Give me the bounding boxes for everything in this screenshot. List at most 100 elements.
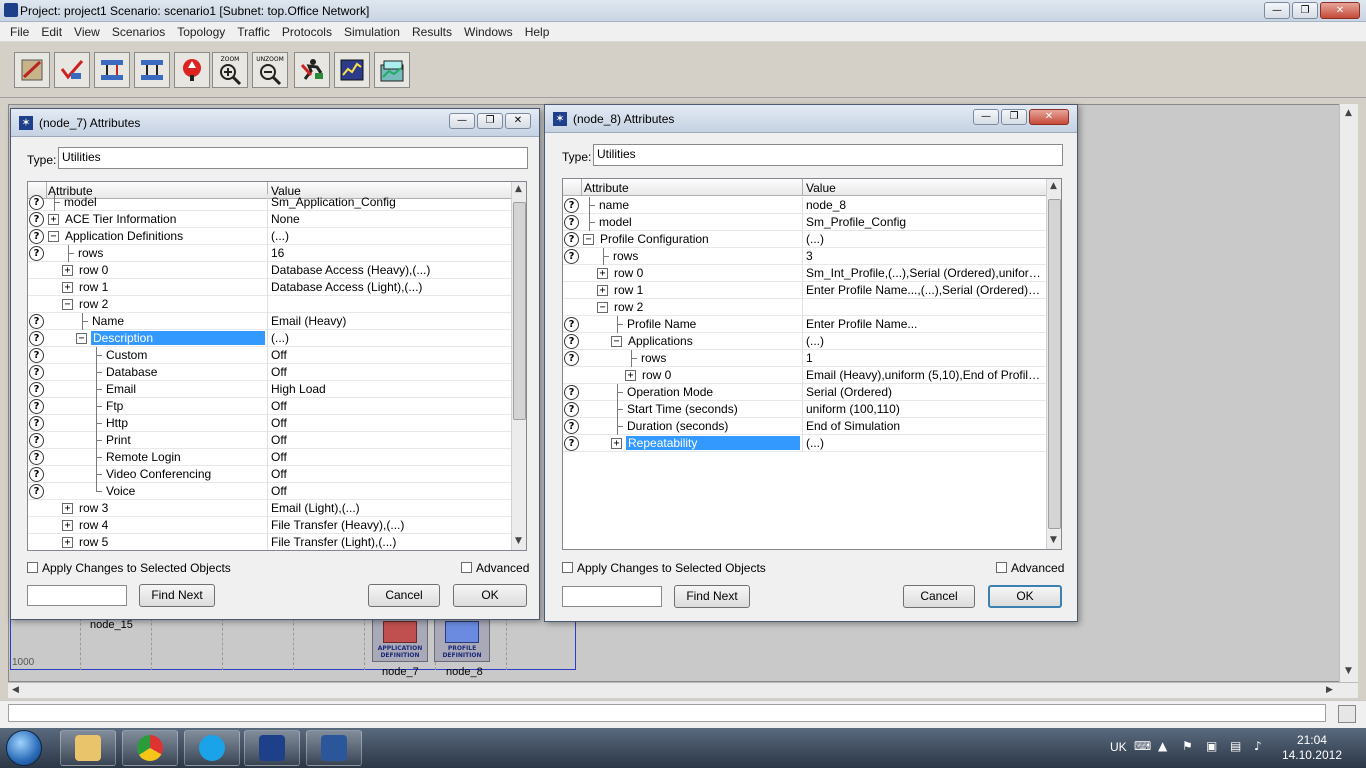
- help-question-icon[interactable]: ?: [29, 314, 44, 329]
- collapse-minus-icon[interactable]: −: [611, 336, 622, 347]
- profile-definition-node[interactable]: PROFILE DEFINITION: [434, 616, 490, 662]
- taskbar-word[interactable]: [306, 730, 362, 766]
- menu-help[interactable]: Help: [519, 25, 556, 39]
- scrollbar-thumb[interactable]: [1048, 199, 1061, 529]
- apply-changes-checkbox[interactable]: Apply Changes to Selected Objects: [27, 561, 231, 575]
- help-question-icon[interactable]: ?: [29, 195, 44, 210]
- attribute-value[interactable]: node_8: [806, 198, 1042, 212]
- collapse-minus-icon[interactable]: −: [48, 231, 59, 242]
- table-row[interactable]: ? Operation Mode Serial (Ordered): [563, 384, 1046, 401]
- attribute-value[interactable]: Email (Heavy): [271, 314, 507, 328]
- help-question-icon[interactable]: ?: [29, 348, 44, 363]
- menu-topology[interactable]: Topology: [171, 25, 231, 39]
- taskbar-skype[interactable]: [184, 730, 240, 766]
- table-row[interactable]: ? Remote Login Off: [28, 449, 511, 466]
- help-question-icon[interactable]: ?: [29, 450, 44, 465]
- table-row[interactable]: ? − Profile Configuration (...): [563, 231, 1046, 248]
- help-question-icon[interactable]: ?: [564, 351, 579, 366]
- configure-discrete-event-simulation-button[interactable]: [294, 52, 330, 88]
- application-definition-node[interactable]: APPLICATION DEFINITION: [372, 616, 428, 662]
- scroll-up-arrow-icon[interactable]: ▲: [515, 184, 522, 194]
- go-to-parent-subnet-button[interactable]: [174, 52, 210, 88]
- help-question-icon[interactable]: ?: [564, 419, 579, 434]
- dialog-close-button[interactable]: ✕: [505, 113, 531, 129]
- help-question-icon[interactable]: ?: [564, 402, 579, 417]
- attribute-value[interactable]: Off: [271, 365, 507, 379]
- attribute-table[interactable]: Attribute Value ? model Sm_Application_Con…: [27, 181, 527, 551]
- system-clock[interactable]: 21:04 14.10.2012: [1282, 733, 1342, 763]
- table-row[interactable]: ? − Application Definitions (...): [28, 228, 511, 245]
- menu-results[interactable]: Results: [406, 25, 458, 39]
- column-header-attribute[interactable]: Attribute: [584, 181, 629, 195]
- attribute-value[interactable]: Enter Profile Name...,(...),Serial (Orde…: [806, 283, 1042, 297]
- network-icon[interactable]: ▤: [1230, 739, 1241, 753]
- table-vertical-scrollbar[interactable]: ▲ ▼: [1046, 179, 1061, 549]
- minimize-button[interactable]: —: [1264, 2, 1290, 19]
- help-question-icon[interactable]: ?: [29, 467, 44, 482]
- scroll-down-arrow-icon[interactable]: ▼: [515, 536, 522, 546]
- table-row[interactable]: ? Print Off: [28, 432, 511, 449]
- help-question-icon[interactable]: ?: [29, 484, 44, 499]
- help-question-icon[interactable]: ?: [564, 198, 579, 213]
- help-question-icon[interactable]: ?: [29, 229, 44, 244]
- message-log-icon[interactable]: [1338, 705, 1356, 723]
- table-row[interactable]: ? model Sm_Profile_Config: [563, 214, 1046, 231]
- column-header-value[interactable]: Value: [806, 181, 836, 195]
- keyboard-icon[interactable]: ⌨: [1134, 739, 1151, 753]
- attribute-value[interactable]: Off: [271, 467, 507, 481]
- help-question-icon[interactable]: ?: [564, 436, 579, 451]
- attribute-value[interactable]: 1: [806, 351, 1042, 365]
- attribute-value[interactable]: Database Access (Heavy),(...): [271, 263, 507, 277]
- attribute-value[interactable]: Email (Heavy),uniform (5,10),End of Prof…: [806, 368, 1042, 382]
- expand-plus-icon[interactable]: +: [597, 268, 608, 279]
- taskbar-explorer[interactable]: [60, 730, 116, 766]
- cancel-button[interactable]: Cancel: [903, 585, 975, 608]
- dialog-maximize-button[interactable]: ❐: [1001, 109, 1027, 125]
- workspace-horizontal-scrollbar[interactable]: ◀ ▶: [8, 682, 1358, 698]
- expand-plus-icon[interactable]: +: [62, 265, 73, 276]
- table-row[interactable]: ? rows 1: [563, 350, 1046, 367]
- dialog-title-bar[interactable]: ✶ (node_7) Attributes — ❐ ✕: [11, 109, 539, 137]
- help-question-icon[interactable]: ?: [564, 249, 579, 264]
- help-question-icon[interactable]: ?: [29, 246, 44, 261]
- table-row[interactable]: + row 0 Database Access (Heavy),(...): [28, 262, 511, 279]
- recover-link-button[interactable]: [134, 52, 170, 88]
- scroll-down-arrow-icon[interactable]: ▼: [1050, 535, 1057, 545]
- table-row[interactable]: + row 1 Database Access (Light),(...): [28, 279, 511, 296]
- help-question-icon[interactable]: ?: [29, 399, 44, 414]
- taskbar-opnet[interactable]: [244, 730, 300, 766]
- find-next-button[interactable]: Find Next: [674, 585, 750, 608]
- attribute-value[interactable]: Enter Profile Name...: [806, 317, 1042, 331]
- dialog-maximize-button[interactable]: ❐: [477, 113, 503, 129]
- workspace-vertical-scrollbar[interactable]: ▲ ▼: [1339, 104, 1358, 682]
- attribute-value[interactable]: Off: [271, 416, 507, 430]
- advanced-checkbox[interactable]: Advanced: [996, 561, 1064, 575]
- attribute-value[interactable]: Off: [271, 399, 507, 413]
- help-question-icon[interactable]: ?: [564, 232, 579, 247]
- collapse-minus-icon[interactable]: −: [597, 302, 608, 313]
- scroll-left-arrow-icon[interactable]: ◀: [12, 685, 19, 695]
- table-row[interactable]: ? Start Time (seconds) uniform (100,110): [563, 401, 1046, 418]
- help-question-icon[interactable]: ?: [29, 433, 44, 448]
- menu-simulation[interactable]: Simulation: [338, 25, 406, 39]
- menu-windows[interactable]: Windows: [458, 25, 519, 39]
- close-button[interactable]: ✕: [1320, 2, 1360, 19]
- table-row[interactable]: − row 2: [28, 296, 511, 313]
- table-row[interactable]: + row 1 Enter Profile Name...,(...),Serial…: [563, 282, 1046, 299]
- scroll-right-arrow-icon[interactable]: ▶: [1326, 685, 1333, 695]
- table-row[interactable]: ? Name Email (Heavy): [28, 313, 511, 330]
- apply-changes-checkbox[interactable]: Apply Changes to Selected Objects: [562, 561, 766, 575]
- collapse-minus-icon[interactable]: −: [76, 333, 87, 344]
- table-row[interactable]: ? Duration (seconds) End of Simulation: [563, 418, 1046, 435]
- attribute-value[interactable]: File Transfer (Light),(...): [271, 535, 507, 549]
- attribute-value[interactable]: (...): [806, 334, 1042, 348]
- attribute-value[interactable]: (...): [806, 436, 1042, 450]
- collapse-minus-icon[interactable]: −: [62, 299, 73, 310]
- table-row[interactable]: ? Ftp Off: [28, 398, 511, 415]
- dialog-minimize-button[interactable]: —: [449, 113, 475, 129]
- help-question-icon[interactable]: ?: [29, 365, 44, 380]
- menu-traffic[interactable]: Traffic: [231, 25, 276, 39]
- show-hidden-icons-icon[interactable]: ▲: [1158, 739, 1167, 753]
- table-row[interactable]: + row 4 File Transfer (Heavy),(...): [28, 517, 511, 534]
- volume-icon[interactable]: ♪: [1254, 739, 1262, 753]
